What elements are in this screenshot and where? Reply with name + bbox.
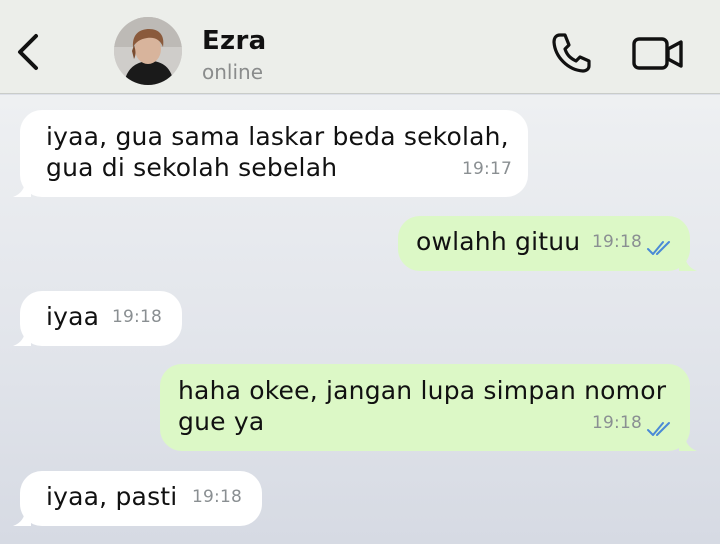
contact-status: online [202, 60, 264, 84]
bubble-tail [679, 435, 697, 451]
message-text: iyaa, gua sama laskar beda sekolah, gua … [46, 122, 509, 182]
contact-photo [114, 17, 182, 85]
bubble-tail [13, 510, 31, 526]
phone-icon [552, 33, 591, 73]
video-camera-icon [632, 37, 683, 70]
message-time: 19:18 [592, 232, 642, 252]
message-time: 19:18 [592, 413, 642, 433]
message-bubble-incoming[interactable]: iyaa, pasti 19:18 [13, 471, 262, 526]
read-receipt-icon [647, 241, 670, 255]
message-time: 19:18 [112, 307, 162, 327]
message-bubble-incoming[interactable]: iyaa, gua sama laskar beda sekolah, gua … [13, 110, 528, 197]
message-time: 19:17 [462, 159, 512, 179]
contact-name[interactable]: Ezra [202, 26, 266, 56]
bubble-tail [13, 181, 31, 197]
back-button[interactable] [12, 30, 48, 74]
bubble-tail [13, 330, 31, 346]
message-time: 19:18 [192, 487, 242, 507]
message-text: iyaa [46, 302, 100, 331]
message-text: owlahh gituu [416, 227, 581, 256]
chevron-left-icon [18, 34, 38, 70]
avatar[interactable] [114, 17, 182, 85]
video-call-button[interactable] [630, 34, 686, 74]
message-bubble-outgoing[interactable]: haha okee, jangan lupa simpan nomor gue … [160, 364, 697, 451]
message-bubble-outgoing[interactable]: owlahh gituu 19:18 [398, 216, 697, 271]
message-bubble-incoming[interactable]: iyaa 19:18 [13, 291, 182, 346]
read-receipt-icon [647, 422, 670, 436]
voice-call-button[interactable] [548, 30, 594, 76]
message-list[interactable]: iyaa, gua sama laskar beda sekolah, gua … [0, 95, 720, 544]
message-text: iyaa, pasti [46, 482, 178, 511]
bubble-tail [679, 255, 697, 271]
chat-header: Ezra online [0, 0, 720, 94]
